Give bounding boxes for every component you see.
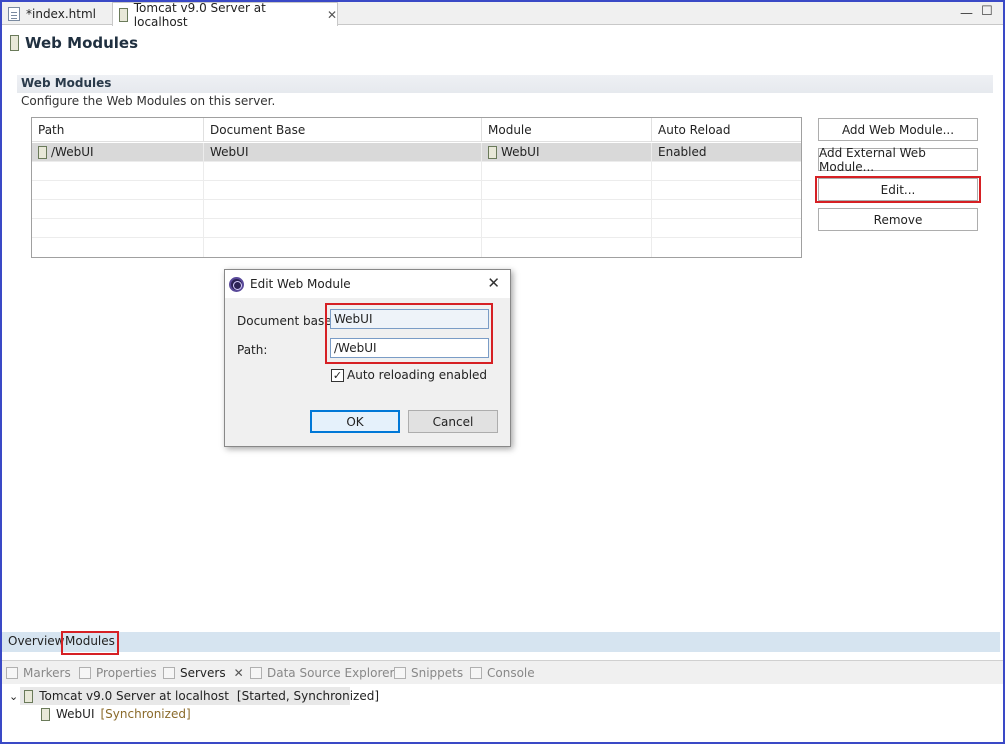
snippets-icon — [394, 667, 406, 679]
web-module-icon — [488, 146, 497, 159]
cell-module-text: WebUI — [501, 145, 540, 159]
tab-label: Servers — [180, 666, 226, 680]
table-row-empty — [32, 162, 801, 181]
auto-reload-label: Auto reloading enabled — [347, 368, 488, 382]
tab-index-html[interactable]: *index.html — [2, 2, 110, 25]
tab-label: Data Source Explorer — [267, 666, 395, 680]
dialog-title: Edit Web Module — [250, 277, 351, 291]
chevron-down-icon[interactable]: ⌄ — [9, 690, 18, 703]
close-icon[interactable]: ✕ — [487, 274, 500, 292]
edit-web-module-dialog: Edit Web Module ✕ Document base: Path: ✓… — [224, 269, 511, 447]
tab-label: Snippets — [411, 666, 464, 680]
table-row-empty — [32, 238, 801, 257]
server-icon — [24, 689, 34, 703]
properties-icon — [79, 667, 91, 679]
section-title: Web Modules — [21, 76, 112, 90]
tab-properties[interactable]: Properties — [79, 666, 157, 680]
ok-button[interactable]: OK — [310, 410, 400, 433]
tab-snippets[interactable]: Snippets — [394, 666, 463, 680]
maximize-icon[interactable]: ☐ — [981, 4, 993, 19]
edit-button[interactable]: Edit... — [818, 178, 978, 201]
cancel-button[interactable]: Cancel — [408, 410, 498, 433]
section-header-bar — [17, 75, 993, 93]
table-header: Path Document Base Module Auto Reload — [32, 118, 801, 142]
path-field[interactable] — [330, 338, 489, 358]
document-base-field[interactable] — [330, 309, 489, 329]
tab-servers[interactable]: Servers ✕ — [163, 666, 244, 680]
web-module-icon — [10, 35, 19, 51]
markers-icon — [6, 667, 18, 679]
dialog-title-bar: Edit Web Module ✕ — [225, 270, 510, 298]
editor-tab-bar: *index.html Tomcat v9.0 Server at localh… — [2, 0, 1003, 29]
cell-document-base: WebUI — [204, 143, 482, 162]
server-name: Tomcat v9.0 Server at localhost — [39, 689, 229, 703]
column-header-module[interactable]: Module — [482, 118, 652, 142]
add-external-web-module-button[interactable]: Add External Web Module... — [818, 146, 978, 174]
cell-path: /WebUI — [32, 143, 204, 162]
tree-item-module[interactable]: WebUI [Synchronized] — [41, 707, 191, 721]
module-status: [Synchronized] — [100, 707, 191, 721]
path-label: Path: — [237, 343, 268, 357]
web-modules-table[interactable]: Path Document Base Module Auto Reload /W… — [31, 117, 802, 258]
table-row[interactable]: /WebUI WebUI WebUI Enabled — [32, 143, 801, 162]
section-description: Configure the Web Modules on this server… — [21, 94, 276, 108]
tab-overview[interactable]: Overview — [8, 634, 65, 648]
close-icon[interactable]: ✕ — [234, 666, 244, 680]
page-title: Web Modules — [25, 34, 139, 52]
table-row-empty — [32, 181, 801, 200]
tab-label: *index.html — [26, 6, 96, 21]
html-file-icon — [8, 6, 20, 21]
cell-module: WebUI — [482, 143, 652, 162]
console-icon — [470, 667, 482, 679]
eclipse-icon — [229, 276, 244, 292]
tab-tomcat-server[interactable]: Tomcat v9.0 Server at localhost ✕ — [112, 0, 338, 29]
column-header-auto-reload[interactable]: Auto Reload — [652, 118, 801, 142]
tab-label: Markers — [23, 666, 71, 680]
servers-icon — [163, 667, 175, 679]
server-icon — [119, 7, 128, 22]
column-header-path[interactable]: Path — [32, 118, 204, 142]
server-status: [Started, Synchronized] — [236, 689, 380, 703]
cell-auto-reload: Enabled — [658, 145, 707, 159]
web-module-icon — [41, 707, 50, 721]
tab-label: Console — [487, 666, 535, 680]
web-module-icon — [38, 146, 47, 159]
tab-data-source-explorer[interactable]: Data Source Explorer — [250, 666, 394, 680]
remove-button[interactable]: Remove — [818, 208, 978, 231]
table-row-empty — [32, 219, 801, 238]
add-web-module-button[interactable]: Add Web Module... — [818, 118, 978, 141]
close-icon[interactable]: ✕ — [327, 8, 337, 22]
tab-label: Tomcat v9.0 Server at localhost — [133, 0, 266, 29]
editor-page-tabs: Overview Modules — [2, 632, 1000, 652]
table-row-empty — [32, 200, 801, 219]
tab-markers[interactable]: Markers — [6, 666, 71, 680]
tab-label: Properties — [96, 666, 157, 680]
column-header-document-base[interactable]: Document Base — [204, 118, 482, 142]
document-base-label: Document base: — [237, 314, 336, 328]
data-source-icon — [250, 667, 262, 679]
minimize-icon[interactable]: — — [960, 6, 973, 21]
cell-path-text: /WebUI — [51, 145, 94, 159]
views-tab-bar: Markers Properties Servers ✕ Data Source… — [2, 660, 1003, 684]
tab-console[interactable]: Console — [470, 666, 535, 680]
editor-header: Web Modules — [10, 34, 138, 52]
tree-item-server[interactable]: ⌄ Tomcat v9.0 Server at localhost [Start… — [9, 689, 379, 703]
auto-reload-checkbox[interactable]: ✓ — [331, 369, 344, 382]
module-name: WebUI — [56, 707, 95, 721]
tab-modules[interactable]: Modules — [65, 634, 115, 648]
